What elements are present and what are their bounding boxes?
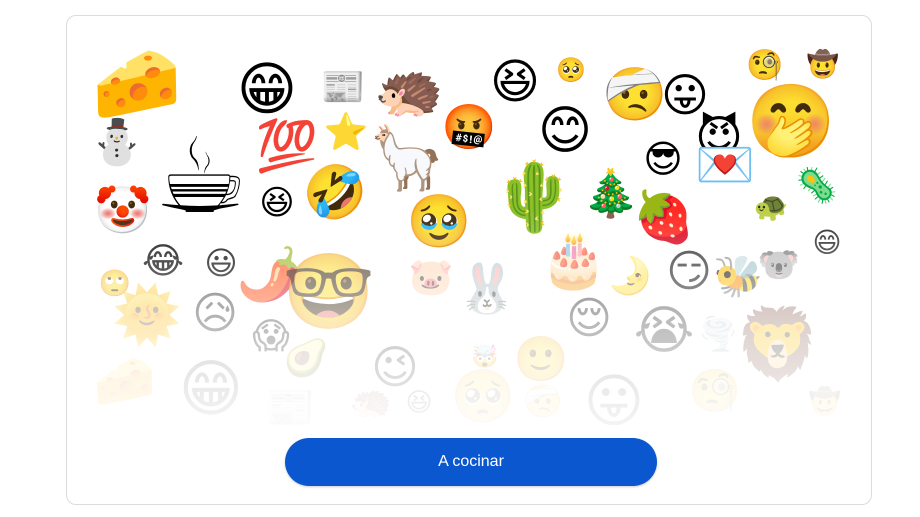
llama-icon: 🦙: [368, 121, 446, 194]
microbe-icon: 🦠: [795, 166, 839, 206]
bee-icon: 🐝: [713, 254, 763, 300]
newspaper-face-icon: 📰: [320, 67, 366, 108]
cursing-face-icon: 🤬: [441, 102, 497, 153]
beaming-face-icon: 😄: [812, 226, 842, 259]
small-pleading-face-icon: 🥺: [556, 56, 586, 84]
anxious-face-icon: 😥: [192, 288, 238, 339]
tornado-face-icon: 🌪️: [698, 315, 738, 353]
cheese-wedge-icon: 🧀: [92, 41, 182, 125]
emoji-collage: 🧀 😁 📰 🦔 😆 🥺 🤕 😛 🧐 🤠 🤭 ⛄ ☕ 💯 ⭐ 🦙 🤬 😊 😈 😎 💌 🤡 😆 🤣 🥹 🌵 🎄 🍓 🐢 🦠 😂 😃 🌶️ 🤓 🎂 🌛 😏 🐝 🐨…: [67, 16, 871, 436]
pig-face-icon: 🐷: [408, 257, 454, 298]
grinning-face-icon: 😁: [178, 352, 244, 425]
clown-face-icon: 🤡: [94, 183, 152, 237]
strawberry-icon: 🍓: [632, 188, 696, 246]
coffee-cup-icon: ☕: [154, 115, 248, 237]
moon-face-icon: 🌛: [607, 256, 653, 297]
crying-face-icon: 🥹: [406, 192, 472, 252]
rabbit-icon: 🐰: [457, 261, 517, 317]
bandaged-face-icon: 🤕: [523, 382, 563, 420]
emoji-kitchen-card: 🧀 😁 📰 🦔 😆 🥺 🤕 😛 🧐 🤠 🤭 ⛄ ☕ 💯 ⭐ 🦙 🤬 😊 😈 😎 💌 🤡 😆 🤣 🥹 🌵 🎄 🍓 🐢 🦠 😂 😃 🌶️ 🤓 🎂 🌛 😏 🐝 🐨…: [66, 15, 872, 505]
tongue-face-icon: 😛: [583, 367, 645, 435]
lion-face-icon: 🦁: [734, 303, 822, 385]
sun-face-icon: 🌞: [112, 283, 182, 348]
cheese-wedge-icon: 🧀: [93, 352, 157, 410]
grinning-face-big-icon: 😃: [204, 244, 238, 282]
rolling-laughing-face-icon: 🤣: [302, 163, 368, 223]
love-letter-icon: 💌: [695, 137, 755, 193]
smiling-squint-face-icon: 😌: [566, 293, 612, 344]
monocle-face-icon: 🧐: [746, 48, 784, 83]
loudly-crying-face-icon: 😭: [633, 301, 695, 361]
sunglasses-face-icon: 😎: [643, 137, 683, 181]
small-pleading-face-icon: 🥺: [450, 367, 516, 427]
a-cocinar-button[interactable]: A cocinar: [285, 438, 657, 486]
hedgehog-icon: 🦔: [349, 382, 393, 422]
turtle-icon: 🐢: [753, 190, 789, 223]
laughing-face-icon: 😆: [405, 388, 433, 418]
newspaper-face-icon: 📰: [265, 385, 315, 431]
exploding-head-icon: 🤯: [471, 345, 499, 370]
birthday-cake-icon: 🎂: [540, 228, 608, 291]
tears-of-joy-face-icon: 😂: [141, 241, 185, 282]
glasses-face-icon: 🤓: [282, 249, 376, 335]
cowboy-face-icon: 🤠: [806, 50, 840, 80]
cactus-icon: 🌵: [491, 158, 577, 237]
smiling-face-icon: 😊: [537, 101, 593, 161]
star-face-icon: ⭐: [323, 112, 369, 153]
laughing-face-icon: 😆: [489, 54, 541, 110]
avocado-icon: 🥑: [283, 338, 329, 379]
small-smiley-face-icon: 🙂: [513, 334, 569, 385]
monocle-face-icon: 🧐: [688, 366, 742, 415]
bandaged-face-icon: 🤕: [602, 65, 668, 125]
squinting-face-icon: 😆: [259, 183, 295, 223]
smirk-face-icon: 😏: [666, 246, 712, 297]
snowman-icon: ⛄: [89, 117, 145, 168]
cowboy-face-icon: 🤠: [808, 387, 842, 417]
hand-over-mouth-face-icon: 🤭: [746, 79, 836, 163]
grinning-face-icon: 😁: [236, 55, 298, 123]
christmas-tree-icon: 🎄: [582, 166, 640, 220]
hedgehog-icon: 🦔: [374, 58, 444, 123]
koala-icon: 🐨: [757, 245, 801, 285]
